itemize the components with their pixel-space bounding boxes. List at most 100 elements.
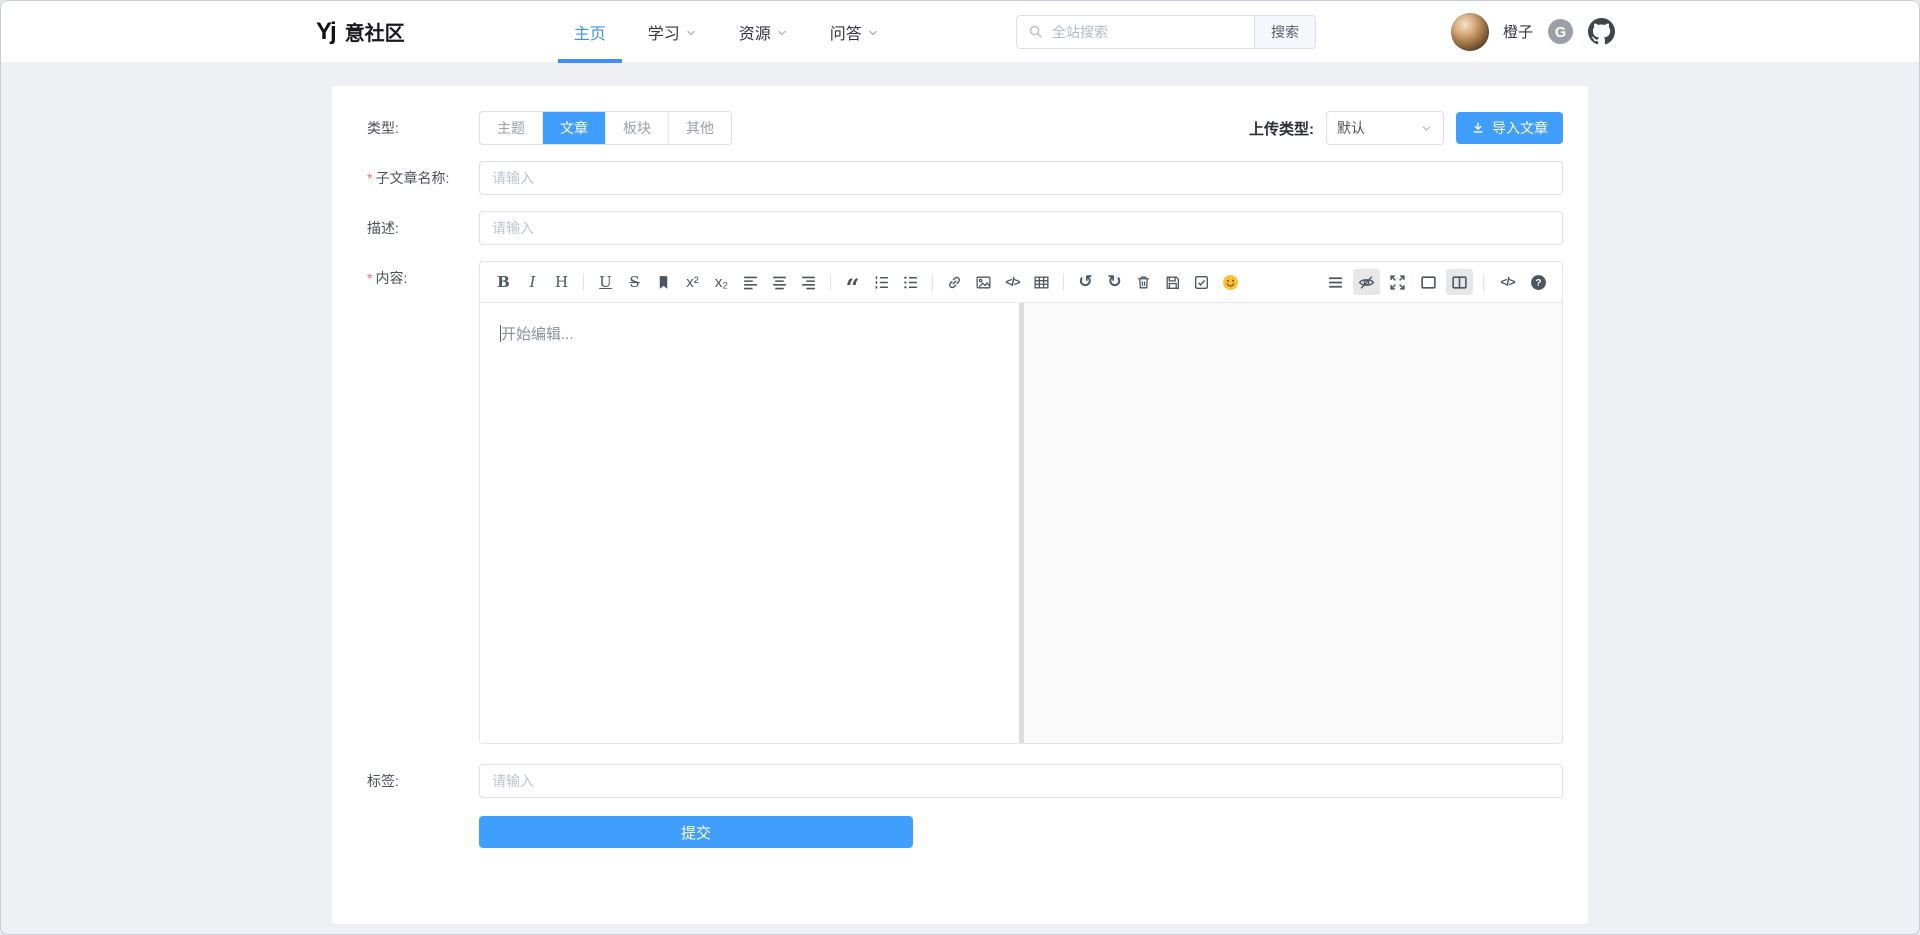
description-row: 描述: — [367, 211, 1563, 245]
nav-item-label: 问答 — [830, 20, 862, 44]
nav-item-label: 学习 — [648, 20, 680, 44]
type-option-topic[interactable]: 主题 — [480, 112, 542, 144]
editor-preview-pane — [1024, 303, 1562, 743]
name-row: *子文章名称: — [367, 161, 1563, 195]
search-field[interactable] — [1016, 15, 1254, 49]
post-form-card: 类型: 主题 文章 板块 其他 上传类型: 默认 导入文章 — [332, 86, 1588, 924]
nav-item-label: 资源 — [739, 20, 771, 44]
tags-input[interactable] — [479, 764, 1563, 798]
toolbar-divider — [583, 274, 584, 291]
split-view-icon[interactable] — [1446, 269, 1473, 295]
type-label: 类型: — [367, 111, 479, 145]
tags-row: 标签: — [367, 764, 1563, 798]
main-nav: 主页 学习 资源 问答 — [553, 1, 900, 63]
unordered-list-icon[interactable] — [897, 269, 924, 295]
search-button[interactable]: 搜索 — [1254, 15, 1316, 49]
type-segmented-control: 主题 文章 板块 其他 — [479, 111, 732, 145]
editor-body: 开始编辑... — [480, 303, 1562, 743]
import-article-button[interactable]: 导入文章 — [1456, 112, 1563, 144]
global-search: 搜索 — [1016, 15, 1316, 49]
submit-row: 提交 — [367, 816, 1563, 848]
save-icon[interactable] — [1159, 269, 1186, 295]
description-label: 描述: — [367, 211, 479, 245]
github-icon[interactable] — [1588, 18, 1615, 45]
table-icon[interactable] — [1028, 269, 1055, 295]
align-right-icon[interactable] — [795, 269, 822, 295]
code-block-icon[interactable]: </> — [999, 269, 1026, 295]
avatar[interactable] — [1451, 13, 1489, 51]
bold-icon[interactable]: B — [490, 269, 517, 295]
user-area: 橙子 G — [1451, 13, 1615, 51]
description-input[interactable] — [479, 211, 1563, 245]
required-mark: * — [367, 270, 372, 286]
import-article-label: 导入文章 — [1492, 118, 1548, 138]
site-title: 意社区 — [345, 17, 405, 46]
site-logo-icon: Yj — [316, 20, 335, 44]
preview-toggle-eye-off-icon[interactable] — [1353, 269, 1380, 295]
type-option-other[interactable]: 其他 — [668, 112, 731, 144]
editor-toolbar: B I H U S x² x₂ — [480, 262, 1562, 303]
type-option-article[interactable]: 文章 — [542, 112, 605, 144]
upload-type-label: 上传类型: — [1249, 118, 1314, 139]
underline-icon[interactable]: U — [592, 269, 619, 295]
page: Yj 意社区 主页 学习 资源 问答 — [0, 0, 1920, 935]
toolbar-divider — [1063, 274, 1064, 291]
user-name[interactable]: 橙子 — [1503, 21, 1533, 42]
link-icon[interactable] — [941, 269, 968, 295]
nav-item-resources[interactable]: 资源 — [718, 1, 809, 63]
submit-button[interactable]: 提交 — [479, 816, 913, 848]
tags-label: 标签: — [367, 764, 479, 798]
subscript-icon[interactable]: x₂ — [708, 269, 735, 295]
align-left-icon[interactable] — [737, 269, 764, 295]
editor-input-pane[interactable]: 开始编辑... — [480, 303, 1019, 743]
clear-trash-icon[interactable] — [1130, 269, 1157, 295]
align-center-icon[interactable] — [766, 269, 793, 295]
nav-item-qa[interactable]: 问答 — [809, 1, 900, 63]
type-row: 类型: 主题 文章 板块 其他 上传类型: 默认 导入文章 — [367, 111, 1563, 145]
source-code-icon[interactable]: </> — [1494, 269, 1521, 295]
sub-article-name-input[interactable] — [479, 161, 1563, 195]
toolbar-divider — [830, 274, 831, 291]
undo-icon[interactable]: ↺ — [1072, 269, 1099, 295]
mark-bookmark-icon[interactable] — [650, 269, 677, 295]
required-mark: * — [367, 170, 372, 186]
download-icon — [1471, 121, 1485, 135]
italic-icon[interactable]: I — [519, 269, 546, 295]
markdown-editor: B I H U S x² x₂ — [479, 261, 1563, 744]
content-label: *内容: — [367, 261, 479, 744]
top-navbar: Yj 意社区 主页 学习 资源 问答 — [1, 1, 1919, 63]
redo-icon[interactable]: ↻ — [1101, 269, 1128, 295]
toolbar-divider — [1483, 274, 1484, 291]
upload-type-group: 上传类型: 默认 导入文章 — [1249, 111, 1563, 145]
toc-menu-icon[interactable] — [1322, 269, 1349, 295]
image-icon[interactable] — [970, 269, 997, 295]
heading-icon[interactable]: H — [548, 269, 575, 295]
content-row: *内容: B I H U S x² x₂ — [367, 261, 1563, 744]
preview-only-icon[interactable] — [1415, 269, 1442, 295]
emoji-icon[interactable] — [1217, 269, 1244, 295]
chevron-down-icon — [685, 27, 697, 39]
help-icon[interactable]: ? — [1525, 269, 1552, 295]
search-icon — [1028, 24, 1043, 39]
search-input[interactable] — [1050, 23, 1243, 41]
help-glyph: ? — [1535, 278, 1541, 289]
blockquote-icon[interactable]: “ — [839, 263, 866, 301]
chevron-down-icon — [776, 27, 788, 39]
editor-placeholder: 开始编辑... — [501, 326, 574, 343]
chevron-down-icon — [867, 27, 879, 39]
gitee-icon[interactable]: G — [1547, 18, 1574, 45]
superscript-icon[interactable]: x² — [679, 269, 706, 295]
nav-item-label: 主页 — [574, 20, 606, 44]
nav-item-home[interactable]: 主页 — [553, 1, 627, 63]
nav-item-learn[interactable]: 学习 — [627, 1, 718, 63]
fullscreen-icon[interactable] — [1384, 269, 1411, 295]
gitee-glyph: G — [1555, 25, 1566, 41]
brand[interactable]: Yj 意社区 — [316, 17, 405, 46]
type-option-board[interactable]: 板块 — [605, 112, 668, 144]
task-list-icon[interactable] — [1188, 269, 1215, 295]
strikethrough-icon[interactable]: S — [621, 269, 648, 295]
upload-type-select[interactable]: 默认 — [1326, 111, 1444, 145]
ordered-list-icon[interactable] — [868, 269, 895, 295]
upload-type-value: 默认 — [1337, 118, 1365, 138]
chevron-down-icon — [1420, 122, 1433, 135]
